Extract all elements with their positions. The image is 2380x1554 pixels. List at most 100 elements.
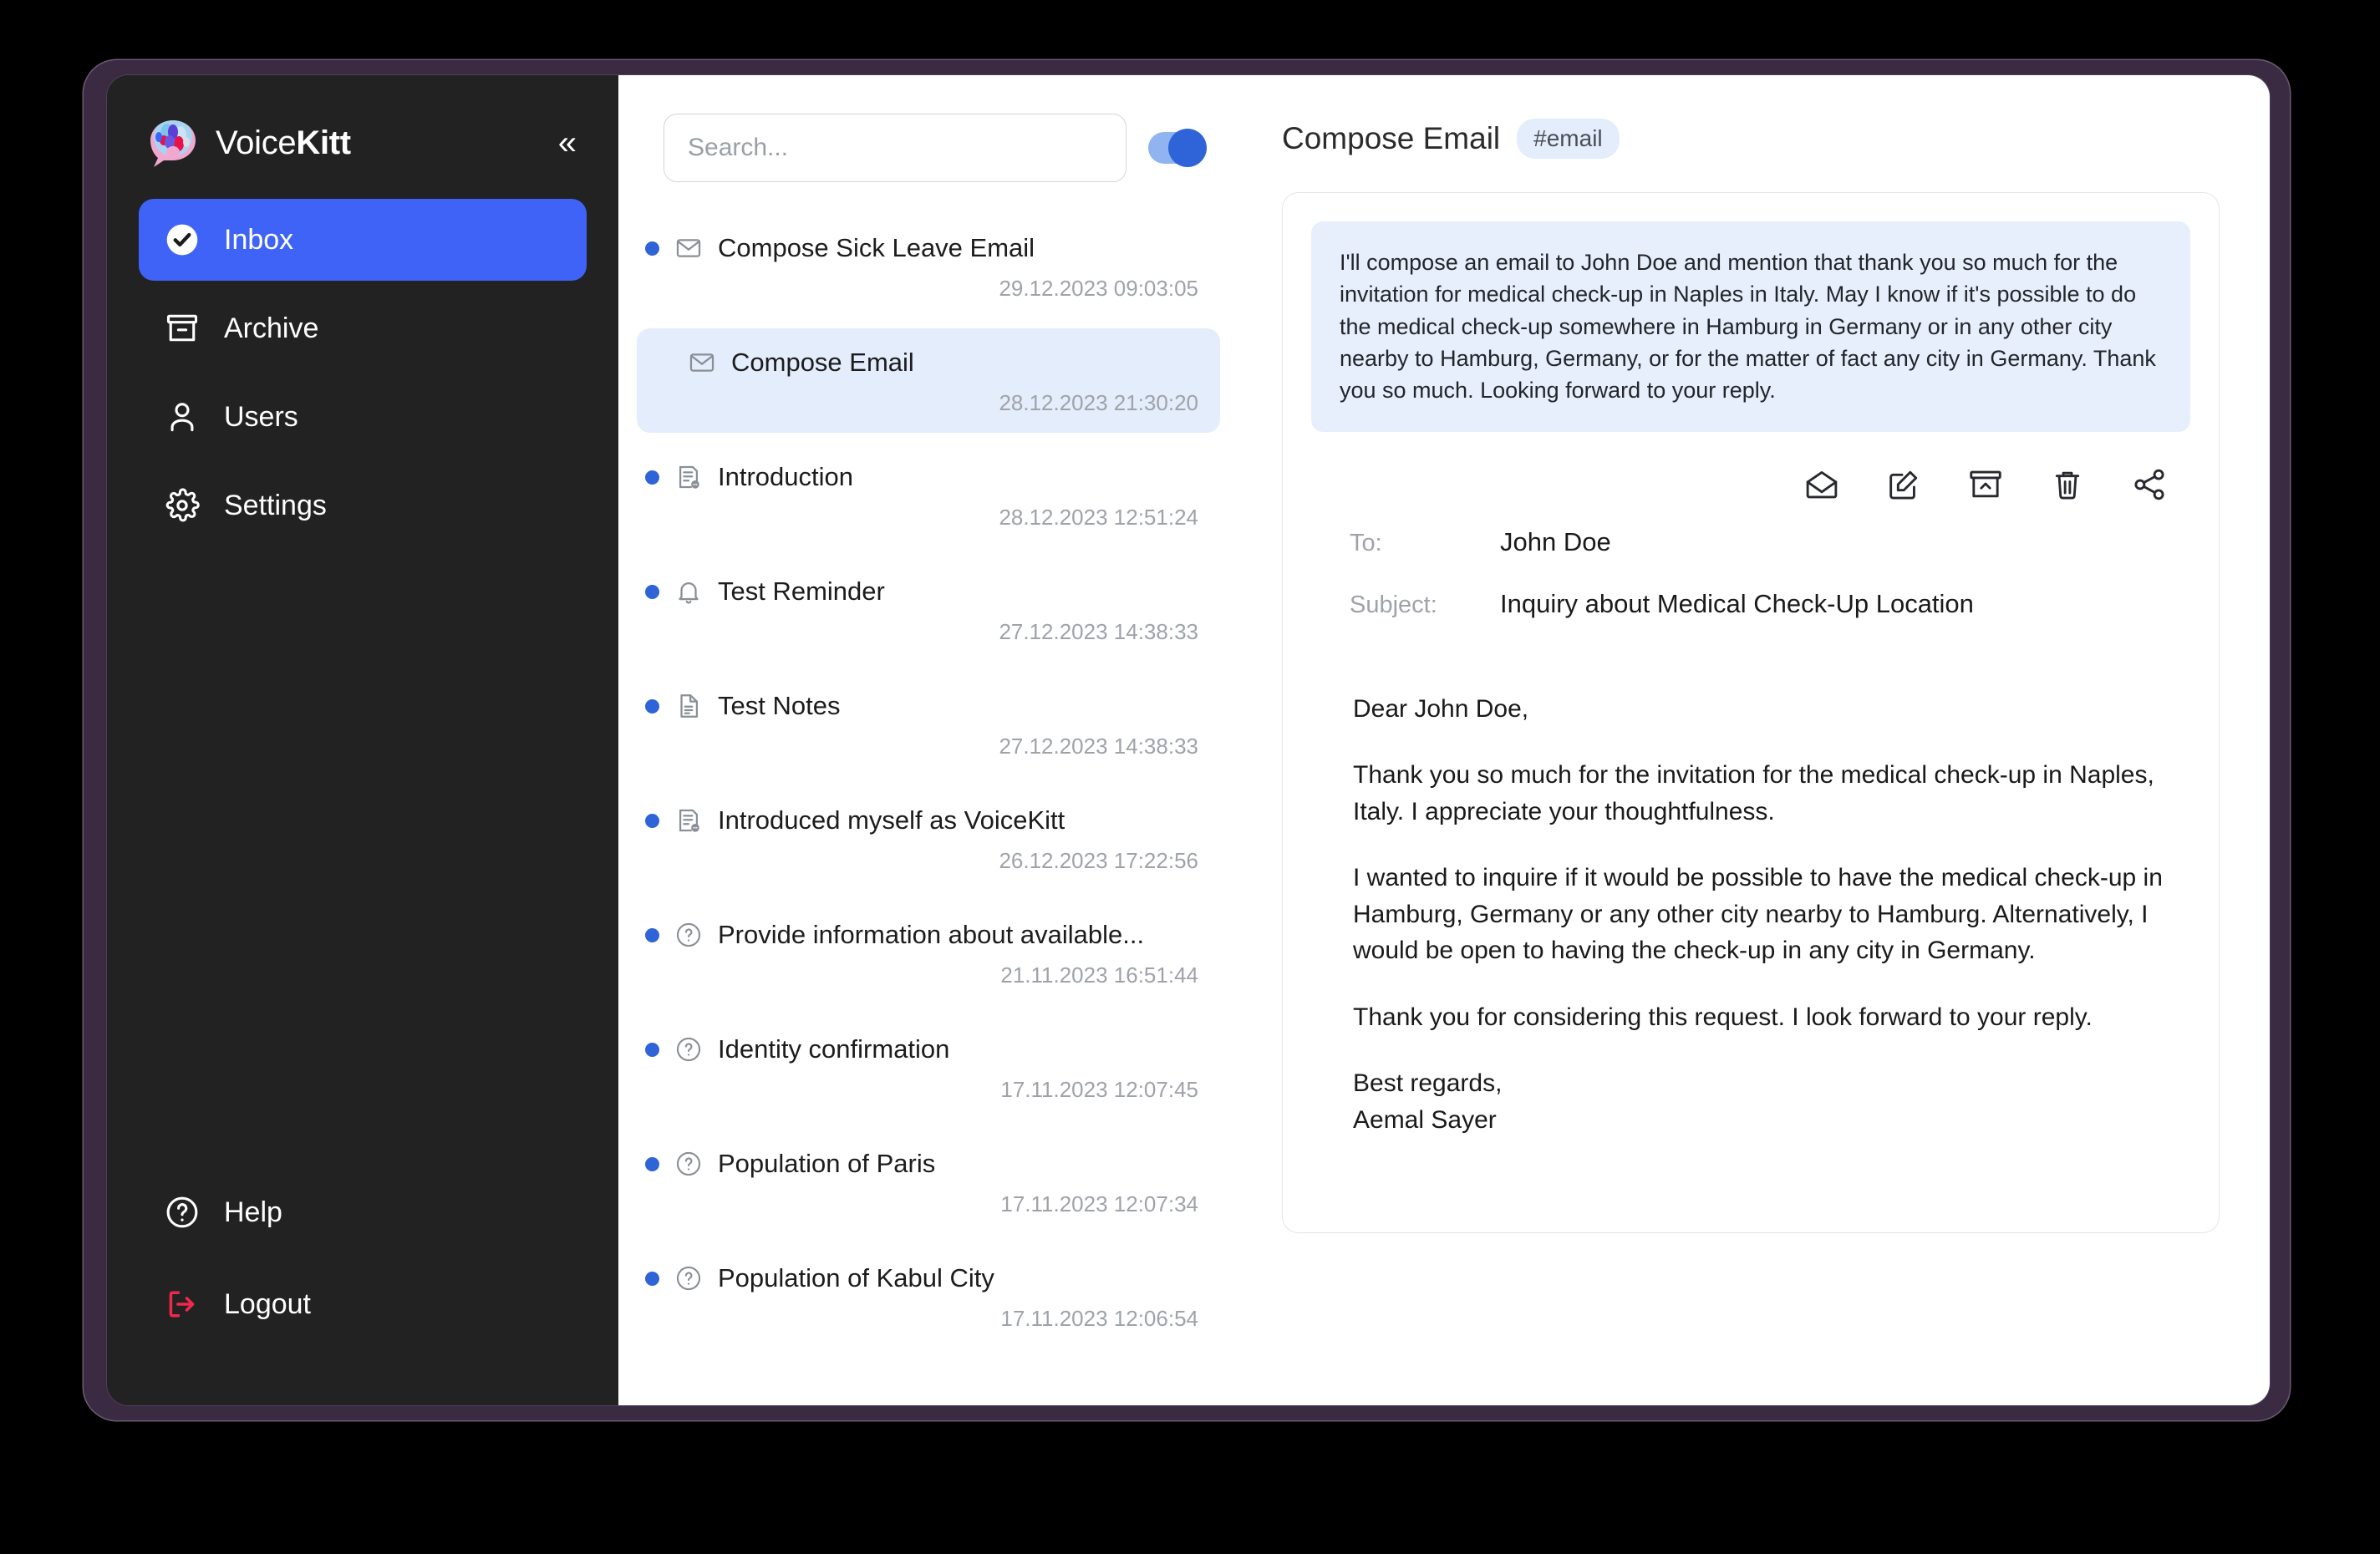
screen: VoiceKitt « Inbox Archive Users Settings… [0, 0, 2380, 1554]
logout-icon [162, 1284, 202, 1324]
list-item-date: 28.12.2023 12:51:24 [999, 505, 1198, 530]
sidebar-item-archive[interactable]: Archive [139, 287, 587, 369]
sidebar-item-label: Inbox [224, 223, 294, 256]
field-label: Subject: [1350, 591, 1437, 618]
list-item-title: Provide information about available... [718, 920, 1145, 949]
document-chat-icon [673, 805, 704, 836]
unread-dot [645, 927, 659, 942]
open-envelope-icon[interactable] [1803, 465, 1841, 504]
body-paragraph-1: Thank you so much for the invitation for… [1353, 761, 2154, 825]
sidebar-item-help[interactable]: Help [139, 1171, 587, 1253]
sidebar-bottom-nav: Help Logout [107, 1171, 618, 1405]
question-circle-icon [673, 1262, 704, 1294]
unread-dot [645, 813, 659, 828]
unread-dot [645, 1042, 659, 1057]
list-item-date: 27.12.2023 14:38:33 [999, 734, 1198, 759]
list-item-title: Test Reminder [718, 576, 885, 606]
app-window: VoiceKitt « Inbox Archive Users Settings… [107, 75, 2270, 1405]
question-circle-icon [673, 1033, 704, 1065]
list-item[interactable]: Population of Paris 17.11.2023 12:07:34 [637, 1130, 1220, 1234]
document-chat-icon [673, 461, 704, 493]
body-paragraph-3: Thank you for considering this request. … [1353, 1003, 2093, 1031]
field-value: John Doe [1500, 526, 1611, 556]
question-circle-icon [673, 1148, 704, 1180]
list-item[interactable]: Compose Sick Leave Email 29.12.2023 09:0… [637, 214, 1220, 318]
message-list[interactable]: Compose Sick Leave Email 29.12.2023 09:0… [618, 207, 1238, 1405]
check-circle-icon [162, 220, 202, 260]
field-label: To: [1350, 529, 1382, 556]
unread-dot [645, 241, 659, 256]
list-item-date: 26.12.2023 17:22:56 [999, 848, 1198, 873]
list-item[interactable]: Introduced myself as VoiceKitt 26.12.202… [637, 786, 1220, 891]
detail-header: Compose Email #email [1282, 119, 2220, 159]
envelope-icon [686, 347, 718, 378]
body-closing: Best regards, [1353, 1069, 1503, 1098]
list-item[interactable]: Test Notes 27.12.2023 14:38:33 [637, 672, 1220, 776]
unread-dot [645, 470, 659, 485]
status-badge: #email [1517, 119, 1620, 159]
list-item-title: Introduced myself as VoiceKitt [718, 805, 1065, 835]
field-subject: Subject: Inquiry about Medical Check-Up … [1350, 589, 2190, 619]
user-icon [162, 397, 202, 437]
gear-icon [162, 485, 202, 526]
list-item-title: Introduction [718, 462, 853, 491]
list-item-date: 17.11.2023 12:07:34 [1000, 1191, 1198, 1216]
bell-icon [673, 576, 704, 607]
list-item-selected[interactable]: Compose Email 28.12.2023 21:30:20 [637, 328, 1220, 433]
unread-dot [645, 698, 659, 714]
help-circle-icon [162, 1192, 202, 1232]
body-signature-name: Aemal Sayer [1353, 1105, 1497, 1134]
brand-prefix: Voice [216, 124, 297, 161]
pencil-square-icon[interactable] [1884, 465, 1923, 504]
list-item-title: Population of Paris [718, 1149, 936, 1178]
list-header [618, 75, 1238, 207]
trash-icon[interactable] [2048, 465, 2087, 504]
sidebar-item-label: Users [224, 400, 298, 433]
list-item-date: 28.12.2023 21:30:20 [999, 390, 1198, 415]
unread-dot [645, 1156, 659, 1171]
list-item[interactable]: Provide information about available... 2… [637, 901, 1220, 1005]
voicekitt-logo-icon [147, 117, 199, 169]
list-item-title: Compose Sick Leave Email [718, 233, 1035, 262]
archive-up-icon[interactable] [1966, 465, 2005, 504]
body-greeting: Dear John Doe, [1353, 694, 1529, 723]
email-fields: To: John Doe Subject: Inquiry about Medi… [1311, 522, 2190, 619]
brand-name: VoiceKitt [216, 124, 351, 162]
prompt-bubble: I'll compose an email to John Doe and me… [1311, 221, 2190, 432]
list-item[interactable]: Population of Kabul City 17.11.2023 12:0… [637, 1244, 1220, 1348]
chevrons-left-icon[interactable]: « [550, 121, 585, 165]
email-body: Dear John Doe, Thank you so much for the… [1311, 651, 2190, 1139]
message-list-panel: Compose Sick Leave Email 29.12.2023 09:0… [618, 75, 1238, 1405]
sidebar-item-logout[interactable]: Logout [139, 1263, 587, 1345]
sidebar-item-label: Logout [224, 1287, 311, 1320]
brand-suffix: Kitt [296, 124, 351, 161]
archive-icon [162, 308, 202, 348]
list-item-title: Compose Email [731, 348, 914, 377]
share-icon[interactable] [2130, 465, 2169, 504]
list-item-title: Test Notes [718, 691, 841, 720]
body-signature: Best regards, Aemal Sayer [1353, 1065, 2190, 1138]
sidebar-nav: Inbox Archive Users Settings [107, 199, 618, 546]
sidebar-item-inbox[interactable]: Inbox [139, 199, 587, 281]
list-item-date: 17.11.2023 12:07:45 [1000, 1077, 1198, 1102]
field-value: Inquiry about Medical Check-Up Location [1500, 588, 1974, 618]
email-card: I'll compose an email to John Doe and me… [1282, 192, 2220, 1233]
sidebar-item-label: Settings [224, 489, 327, 521]
sidebar: VoiceKitt « Inbox Archive Users Settings… [107, 75, 618, 1405]
filter-toggle[interactable] [1148, 129, 1207, 167]
detail-panel: Compose Email #email I'll compose an ema… [1238, 75, 2270, 1405]
sidebar-item-users[interactable]: Users [139, 376, 587, 458]
list-item[interactable]: Introduction 28.12.2023 12:51:24 [637, 443, 1220, 547]
brand-row: VoiceKitt « [107, 75, 618, 175]
list-item[interactable]: Test Reminder 27.12.2023 14:38:33 [637, 557, 1220, 662]
sidebar-item-label: Archive [224, 312, 319, 344]
body-paragraph-2: I wanted to inquire if it would be possi… [1353, 864, 2163, 965]
envelope-icon [673, 232, 704, 264]
question-circle-icon [673, 919, 704, 951]
search-input[interactable] [664, 114, 1126, 182]
sidebar-item-settings[interactable]: Settings [139, 465, 587, 546]
list-item[interactable]: Identity confirmation 17.11.2023 12:07:4… [637, 1015, 1220, 1120]
unread-dot [645, 584, 659, 599]
page-title: Compose Email [1282, 121, 1501, 155]
file-text-icon [673, 690, 704, 722]
